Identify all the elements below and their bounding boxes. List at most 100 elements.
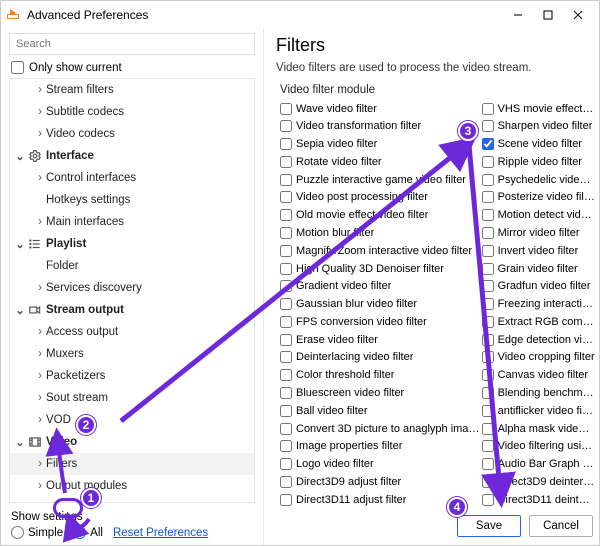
filter-checkbox[interactable]	[280, 369, 292, 381]
filter-checkbox[interactable]	[280, 351, 292, 363]
preferences-tree[interactable]: ›Stream filters›Subtitle codecs›Video co…	[9, 78, 255, 503]
filter-old-movie-effect-video-filter[interactable]: Old movie effect video filter	[280, 207, 482, 224]
cancel-button[interactable]: Cancel	[529, 515, 593, 537]
filter-logo-video-filter[interactable]: Logo video filter	[280, 456, 482, 473]
filter-psychedelic-video-filter[interactable]: Psychedelic video filter	[482, 171, 595, 188]
filter-ripple-video-filter[interactable]: Ripple video filter	[482, 153, 595, 170]
filter-extract-rgb-component[interactable]: Extract RGB component	[482, 313, 595, 330]
filter-wave-video-filter[interactable]: Wave video filter	[280, 100, 482, 117]
maximise-button[interactable]	[533, 1, 563, 29]
filter-checkbox[interactable]	[280, 423, 292, 435]
filter-checkbox[interactable]	[280, 227, 292, 239]
filter-checkbox[interactable]	[280, 458, 292, 470]
filter-checkbox[interactable]	[482, 263, 494, 275]
chevron-right-icon[interactable]: ›	[34, 326, 46, 338]
filter-deinterlacing-video-filter[interactable]: Deinterlacing video filter	[280, 349, 482, 366]
close-button[interactable]	[563, 1, 593, 29]
filter-checkbox[interactable]	[482, 458, 494, 470]
tree-item-video-codecs[interactable]: ›Video codecs	[10, 123, 254, 145]
chevron-down-icon[interactable]: ⌄	[14, 149, 26, 163]
tree-category-stream-output[interactable]: ⌄Stream output	[10, 299, 254, 321]
filter-checkbox[interactable]	[482, 440, 494, 452]
search-input[interactable]	[9, 33, 255, 55]
filter-checkbox[interactable]	[280, 405, 292, 417]
tree-item-stream-filters[interactable]: ›Stream filters	[10, 79, 254, 101]
minimise-button[interactable]	[503, 1, 533, 29]
filter-direct3d11-deinterlace-fil[interactable]: Direct3D11 deinterlace fil	[482, 491, 595, 508]
filter-checkbox[interactable]	[280, 280, 292, 292]
filter-audio-bar-graph-video-s[interactable]: Audio Bar Graph Video s	[482, 456, 595, 473]
filter-checkbox[interactable]	[482, 209, 494, 221]
filter-checkbox[interactable]	[482, 369, 494, 381]
filter-convert-3d-picture-to-anaglyph-image-vid[interactable]: Convert 3D picture to anaglyph image vid…	[280, 420, 482, 437]
filter-checkbox[interactable]	[280, 245, 292, 257]
chevron-right-icon[interactable]: ›	[34, 282, 46, 294]
filter-sepia-video-filter[interactable]: Sepia video filter	[280, 136, 482, 153]
filter-checkbox[interactable]	[482, 156, 494, 168]
filter-edge-detection-video-filt[interactable]: Edge detection video filt	[482, 331, 595, 348]
chevron-down-icon[interactable]: ⌄	[14, 435, 26, 449]
filter-direct3d9-deinterlace-filte[interactable]: Direct3D9 deinterlace filte	[482, 473, 595, 490]
filter-checkbox[interactable]	[280, 387, 292, 399]
filter-checkbox[interactable]	[280, 440, 292, 452]
filter-canvas-video-filter[interactable]: Canvas video filter	[482, 367, 595, 384]
filter-checkbox[interactable]	[482, 103, 494, 115]
filter-sharpen-video-filter[interactable]: Sharpen video filter	[482, 118, 595, 135]
filter-checkbox[interactable]	[280, 191, 292, 203]
filter-blending-benchmark-filte[interactable]: Blending benchmark filte	[482, 385, 595, 402]
filter-video-post-processing-filter[interactable]: Video post processing filter	[280, 189, 482, 206]
radio-all-input[interactable]	[73, 526, 86, 539]
filter-checkbox[interactable]	[482, 387, 494, 399]
filter-checkbox[interactable]	[280, 476, 292, 488]
filter-gradient-video-filter[interactable]: Gradient video filter	[280, 278, 482, 295]
filter-fps-conversion-video-filter[interactable]: FPS conversion video filter	[280, 313, 482, 330]
tree-item-hotkeys-settings[interactable]: Hotkeys settings	[10, 189, 254, 211]
filter-checkbox[interactable]	[482, 423, 494, 435]
chevron-right-icon[interactable]: ›	[34, 128, 46, 140]
filter-direct3d9-adjust-filter[interactable]: Direct3D9 adjust filter	[280, 473, 482, 490]
filter-gradfun-video-filter[interactable]: Gradfun video filter	[482, 278, 595, 295]
radio-simple[interactable]: Simple	[11, 526, 63, 539]
filter-vhs-movie-effect-video[interactable]: VHS movie effect video	[482, 100, 595, 117]
filter-high-quality-3d-denoiser-filter[interactable]: High Quality 3D Denoiser filter	[280, 260, 482, 277]
filter-checkbox[interactable]	[280, 209, 292, 221]
filter-video-cropping-filter[interactable]: Video cropping filter	[482, 349, 595, 366]
filter-grain-video-filter[interactable]: Grain video filter	[482, 260, 595, 277]
tree-item-access-output[interactable]: ›Access output	[10, 321, 254, 343]
tree-item-filters[interactable]: ›Filters	[10, 453, 254, 475]
filter-checkbox[interactable]	[482, 334, 494, 346]
chevron-right-icon[interactable]: ›	[34, 370, 46, 382]
filter-ball-video-filter[interactable]: Ball video filter	[280, 402, 482, 419]
chevron-right-icon[interactable]: ›	[34, 458, 46, 470]
filter-checkbox[interactable]	[280, 263, 292, 275]
filter-scene-video-filter[interactable]: Scene video filter	[482, 136, 595, 153]
tree-item-packetizers[interactable]: ›Packetizers	[10, 365, 254, 387]
filter-color-threshold-filter[interactable]: Color threshold filter	[280, 367, 482, 384]
chevron-right-icon[interactable]: ›	[34, 84, 46, 96]
filter-checkbox[interactable]	[280, 174, 292, 186]
filter-checkbox[interactable]	[280, 494, 292, 506]
tree-item-muxers[interactable]: ›Muxers	[10, 343, 254, 365]
chevron-right-icon[interactable]: ›	[34, 172, 46, 184]
tree-item-splitters[interactable]: ›Splitters	[10, 497, 254, 503]
tree-item-folder[interactable]: Folder	[10, 255, 254, 277]
filter-posterize-video-filter[interactable]: Posterize video filter	[482, 189, 595, 206]
filter-checkbox[interactable]	[482, 316, 494, 328]
chevron-down-icon[interactable]: ⌄	[14, 303, 26, 317]
tree-item-subtitle-codecs[interactable]: ›Subtitle codecs	[10, 101, 254, 123]
filter-checkbox[interactable]	[482, 351, 494, 363]
only-show-current[interactable]: Only show current	[1, 59, 263, 76]
chevron-right-icon[interactable]: ›	[34, 348, 46, 360]
filter-image-properties-filter[interactable]: Image properties filter	[280, 438, 482, 455]
filter-alpha-mask-video-filter[interactable]: Alpha mask video filter	[482, 420, 595, 437]
filter-checkbox[interactable]	[482, 174, 494, 186]
filter-checkbox[interactable]	[482, 298, 494, 310]
tree-category-video[interactable]: ⌄Video	[10, 431, 254, 453]
filter-checkbox[interactable]	[280, 316, 292, 328]
chevron-right-icon[interactable]: ›	[34, 106, 46, 118]
filter-video-filtering-using-a-ch[interactable]: Video filtering using a ch	[482, 438, 595, 455]
reset-preferences-link[interactable]: Reset Preferences	[113, 527, 208, 539]
filter-checkbox[interactable]	[482, 405, 494, 417]
tree-item-sout-stream[interactable]: ›Sout stream	[10, 387, 254, 409]
tree-category-playlist[interactable]: ⌄Playlist	[10, 233, 254, 255]
